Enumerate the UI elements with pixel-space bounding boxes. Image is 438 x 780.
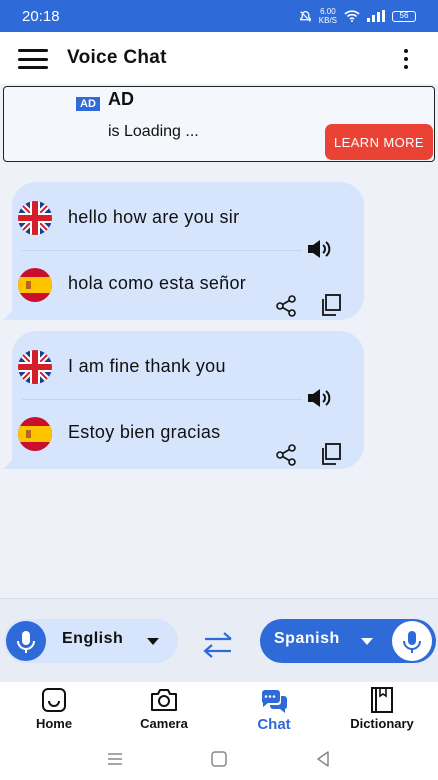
menu-icon[interactable] xyxy=(18,49,48,69)
swap-languages-icon[interactable] xyxy=(202,631,234,659)
status-icons: 6.00 KB/S 56 xyxy=(299,7,416,25)
net-speed-value: 6.00 xyxy=(320,7,336,16)
mic-icon xyxy=(403,631,421,653)
speaker-icon[interactable] xyxy=(306,387,332,409)
source-message-text: I am fine thank you xyxy=(68,356,226,376)
wifi-icon xyxy=(344,10,360,22)
bottom-nav: Home Camera Chat Dictionary xyxy=(0,682,438,740)
source-language-label: English xyxy=(62,630,124,647)
page-title: Voice Chat xyxy=(67,47,167,68)
battery-icon: 56 xyxy=(392,10,416,22)
source-message-text: hello how are you sir xyxy=(68,207,240,227)
home-button-icon[interactable] xyxy=(210,750,228,768)
recent-apps-icon[interactable] xyxy=(106,750,124,768)
nav-home-label: Home xyxy=(35,716,73,731)
nav-chat-label: Chat xyxy=(257,716,291,733)
uk-flag-icon xyxy=(18,350,52,384)
mic-icon xyxy=(17,631,35,653)
ad-banner[interactable]: AD AD is Loading ... LEARN MORE xyxy=(3,86,435,162)
speaker-icon[interactable] xyxy=(306,238,332,260)
signal-icon xyxy=(367,10,385,22)
spain-flag-icon xyxy=(18,417,52,451)
learn-more-button[interactable]: LEARN MORE xyxy=(325,124,433,160)
status-time: 20:18 xyxy=(22,7,60,25)
chevron-down-icon[interactable] xyxy=(147,638,159,645)
mute-icon xyxy=(299,10,311,22)
chat-bubble: hello how are you sir hola como esta señ… xyxy=(3,182,364,320)
app-bar: Voice Chat xyxy=(0,32,438,84)
chevron-down-icon[interactable] xyxy=(361,638,373,645)
translated-message-text: Estoy bien gracias xyxy=(68,422,221,442)
nav-home[interactable]: Home xyxy=(6,686,102,736)
nav-dictionary-label: Dictionary xyxy=(350,716,414,731)
source-mic-button[interactable] xyxy=(6,621,46,661)
chat-bubble: I am fine thank you Estoy bien gracias xyxy=(3,331,364,469)
source-language-selector[interactable]: English xyxy=(4,619,178,663)
ad-badge: AD xyxy=(76,97,100,111)
divider xyxy=(22,250,302,251)
translated-message-text: hola como esta señor xyxy=(68,273,247,293)
net-speed: 6.00 KB/S xyxy=(319,7,337,25)
divider xyxy=(22,399,302,400)
nav-chat[interactable]: Chat xyxy=(226,686,322,736)
nav-camera[interactable]: Camera xyxy=(116,686,212,736)
net-speed-unit: KB/S xyxy=(318,16,337,25)
back-icon[interactable] xyxy=(314,750,332,768)
nav-camera-label: Camera xyxy=(140,716,188,731)
system-navigation-bar xyxy=(0,740,438,780)
spain-flag-icon xyxy=(18,268,52,302)
more-options-icon[interactable] xyxy=(402,49,410,69)
share-icon[interactable] xyxy=(274,294,298,318)
share-icon[interactable] xyxy=(274,443,298,467)
chat-icon xyxy=(261,690,288,713)
copy-icon[interactable] xyxy=(320,443,342,465)
nav-dictionary[interactable]: Dictionary xyxy=(334,686,430,736)
ad-loading-text: is Loading ... xyxy=(108,123,199,140)
uk-flag-icon xyxy=(18,201,52,235)
camera-icon xyxy=(151,689,177,711)
status-bar: 20:18 6.00 KB/S 56 xyxy=(0,0,438,32)
copy-icon[interactable] xyxy=(320,294,342,316)
dictionary-icon xyxy=(371,687,393,713)
language-bar: English Spanish xyxy=(0,598,438,682)
target-mic-button[interactable] xyxy=(392,621,432,661)
target-language-selector[interactable]: Spanish xyxy=(260,619,436,663)
home-icon xyxy=(42,688,66,712)
ad-title: AD xyxy=(108,89,134,109)
target-language-label: Spanish xyxy=(274,630,340,647)
